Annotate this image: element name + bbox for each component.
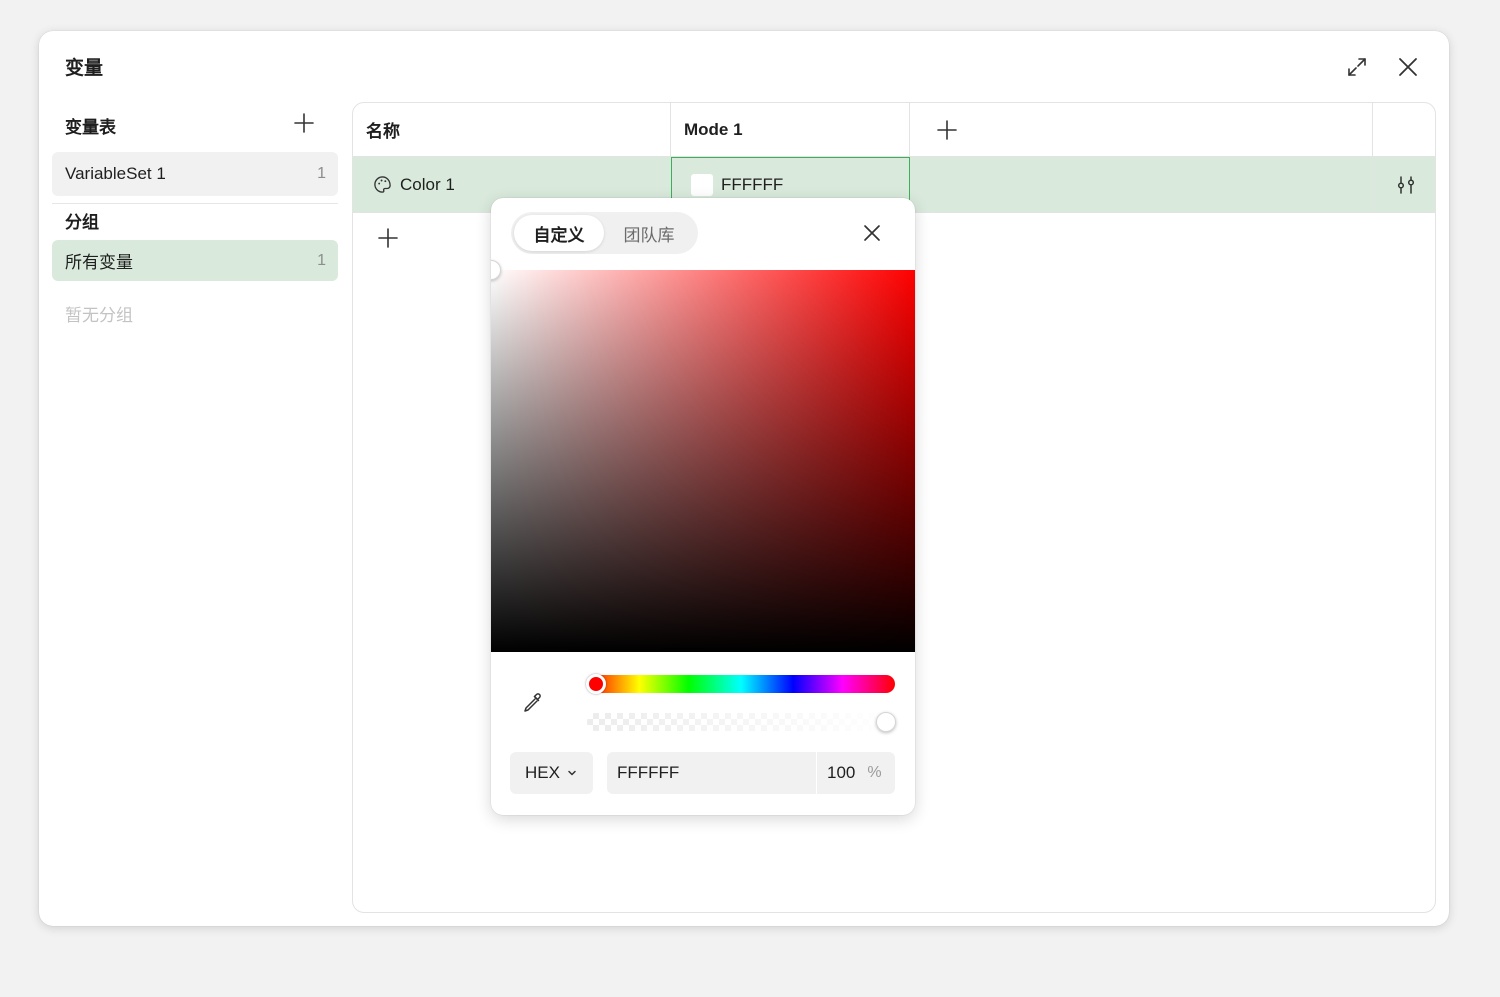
picker-tabs: 自定义 团队库 xyxy=(511,212,698,254)
picker-close-button[interactable] xyxy=(857,218,887,248)
add-mode-button[interactable] xyxy=(932,115,962,145)
empty-groups-text: 暂无分组 xyxy=(65,306,133,325)
group-item-all-variables[interactable]: 所有变量 1 xyxy=(52,240,338,281)
variable-set-name: VariableSet 1 xyxy=(65,164,166,183)
column-header-spacer xyxy=(1373,103,1435,157)
plus-icon xyxy=(294,113,314,133)
hue-slider[interactable] xyxy=(586,674,895,694)
dialog-title: 变量 xyxy=(65,58,104,79)
group-count: 1 xyxy=(317,251,326,269)
sliders-icon xyxy=(1397,175,1414,194)
column-header-name: 名称 xyxy=(353,103,671,157)
alpha-gradient xyxy=(587,713,895,731)
plus-icon xyxy=(378,228,398,248)
alpha-slider-handle[interactable] xyxy=(876,712,896,732)
hex-input[interactable] xyxy=(607,752,816,794)
column-header-mode[interactable]: Mode 1 xyxy=(671,103,910,157)
sidebar-divider xyxy=(52,203,338,204)
expand-button[interactable] xyxy=(1342,52,1372,82)
close-icon xyxy=(864,225,880,241)
alpha-value: 100 xyxy=(827,763,856,782)
palette-icon xyxy=(374,176,391,193)
color-swatch[interactable] xyxy=(691,173,713,196)
variable-value: FFFFFF xyxy=(721,174,784,194)
expand-icon xyxy=(1348,58,1366,76)
groups-header: 分组 xyxy=(65,213,99,232)
color-format-select[interactable]: HEX xyxy=(510,752,593,794)
variable-set-count: 1 xyxy=(317,165,326,182)
alpha-slider[interactable] xyxy=(587,712,896,732)
alpha-unit: % xyxy=(867,764,882,781)
variable-name: Color 1 xyxy=(400,174,455,194)
chevron-down-icon xyxy=(568,770,576,776)
group-name: 所有变量 xyxy=(65,253,133,272)
add-mode-column xyxy=(910,103,1373,157)
column-header-name-label: 名称 xyxy=(366,122,400,141)
add-variable-set-button[interactable] xyxy=(289,108,319,138)
saturation-value-area[interactable] xyxy=(491,260,915,652)
tab-team-library[interactable]: 团队库 xyxy=(604,215,694,251)
tab-custom[interactable]: 自定义 xyxy=(514,215,604,251)
hue-slider-handle[interactable] xyxy=(586,674,606,694)
close-icon xyxy=(1399,58,1417,76)
add-variable-button[interactable] xyxy=(373,223,403,253)
column-header-mode-label: Mode 1 xyxy=(684,119,743,139)
eyedropper-button[interactable] xyxy=(515,686,549,720)
saturation-value-handle[interactable] xyxy=(491,260,501,280)
color-format-label: HEX xyxy=(525,763,560,782)
eyedropper-icon xyxy=(524,693,541,712)
variable-settings-button[interactable] xyxy=(1391,170,1421,200)
dialog-close-button[interactable] xyxy=(1393,52,1423,82)
color-picker-popover: 自定义 团队库 HEX 100 % xyxy=(491,198,915,815)
plus-icon xyxy=(937,119,957,140)
alpha-input[interactable]: 100 % xyxy=(817,752,895,794)
variable-set-item[interactable]: VariableSet 1 1 xyxy=(52,152,338,196)
variable-sets-header: 变量表 xyxy=(65,118,116,137)
variable-settings-cell xyxy=(1373,157,1435,212)
